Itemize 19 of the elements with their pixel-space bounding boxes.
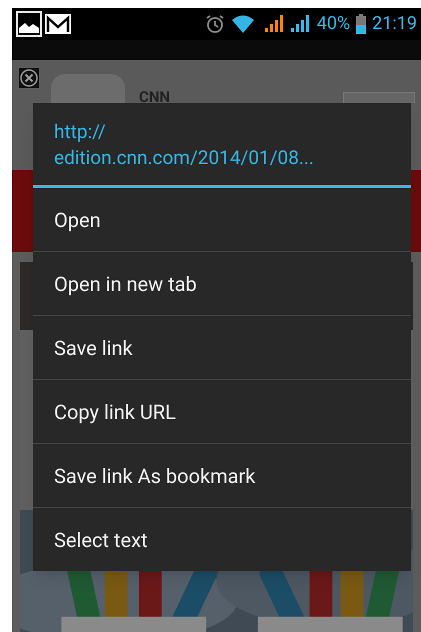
signal-icon [288,14,311,34]
close-icon[interactable] [19,68,39,88]
wifi-icon [230,14,255,34]
app-name: CNN [139,87,170,108]
menu-item[interactable]: Open in new tab [33,252,411,315]
clock: 21:19 [372,15,417,33]
menu-item[interactable]: Copy link URL [33,380,411,443]
battery-percent: 40% [316,15,350,33]
menu-item[interactable]: Select text [33,508,411,571]
menu-item[interactable]: Open [33,188,411,251]
battery-icon [356,14,366,34]
alarm-icon [204,14,225,34]
app-icon [51,74,125,103]
mail-icon [44,12,72,36]
signal-icon [262,14,285,34]
link-url: http:// edition.cnn.com/2014/01/08... [53,119,315,171]
menu-item[interactable]: Save link As bookmark [33,444,411,507]
image-icon [16,11,42,37]
menu-item[interactable]: Save link [33,316,411,379]
